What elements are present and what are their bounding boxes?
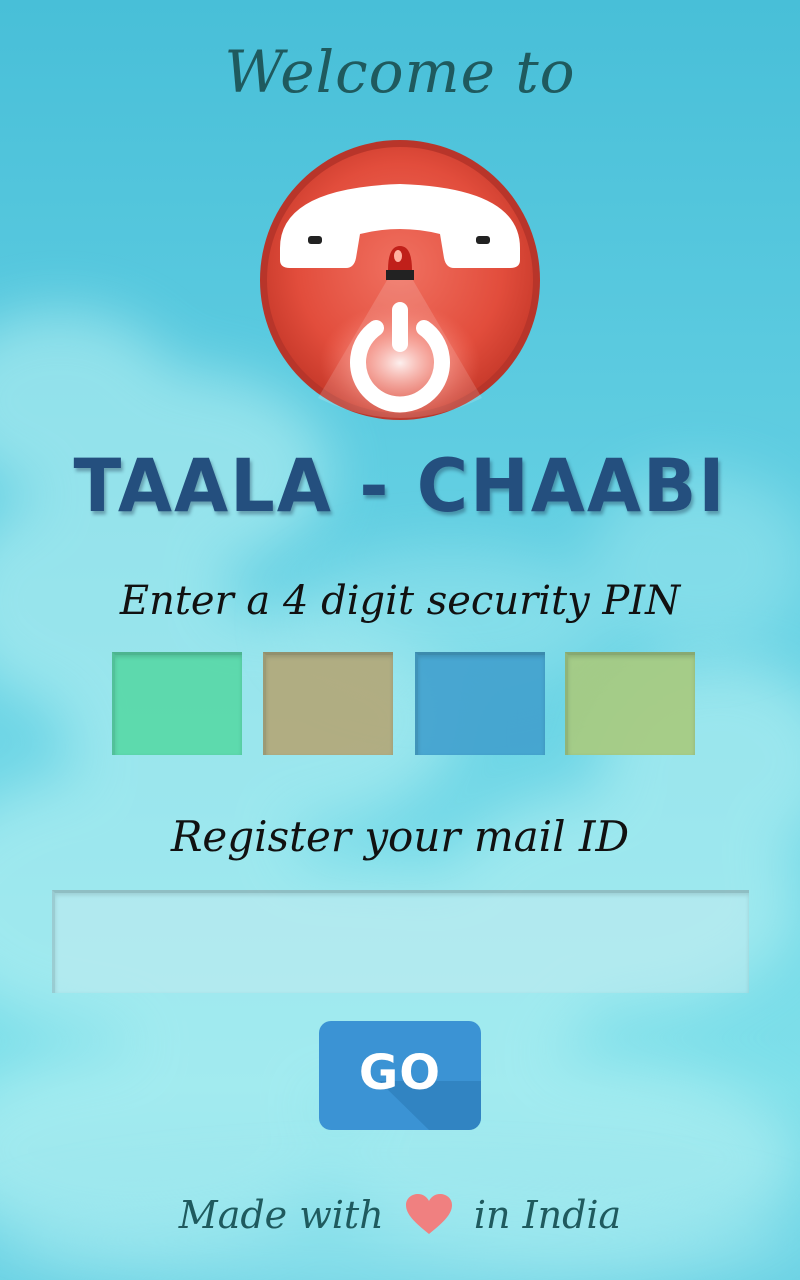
pin-digit-3[interactable]	[415, 652, 545, 755]
pin-digit-4[interactable]	[565, 652, 695, 755]
footer: Made with in India	[0, 1192, 800, 1237]
mail-label: Register your mail ID	[170, 812, 630, 861]
footer-prefix: Made with	[178, 1193, 384, 1237]
app-name: TAALA - CHAABI	[73, 442, 727, 530]
phone-lock-icon	[260, 140, 540, 422]
go-button-label: GO	[358, 1045, 442, 1101]
email-field[interactable]	[52, 890, 749, 993]
pin-digit-1[interactable]	[112, 652, 242, 755]
go-button[interactable]: GO	[319, 1021, 481, 1130]
pin-digit-2[interactable]	[263, 652, 393, 755]
pin-label: Enter a 4 digit security PIN	[119, 578, 681, 624]
heart-icon	[405, 1194, 452, 1234]
welcome-heading: Welcome to	[224, 38, 576, 106]
footer-suffix: in India	[473, 1193, 622, 1237]
